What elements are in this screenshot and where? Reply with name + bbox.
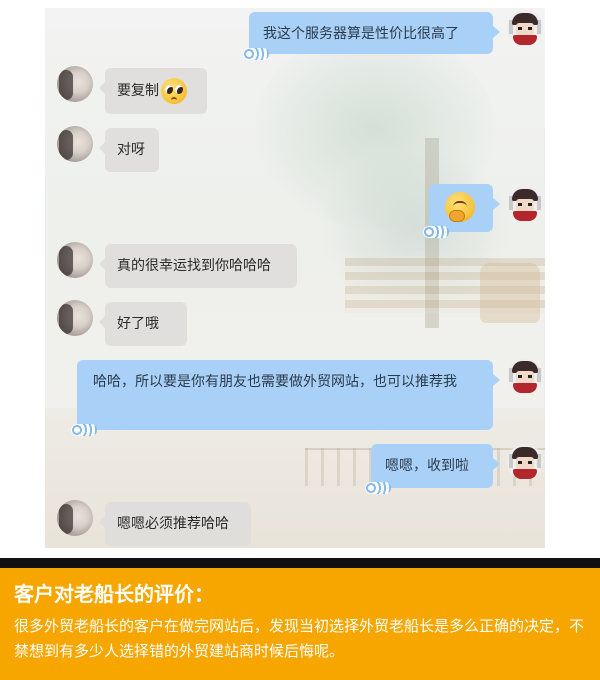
background-bag	[480, 263, 540, 323]
banner-title: 客户对老船长的评价：	[14, 582, 214, 606]
banner-top-bar	[0, 558, 600, 568]
message-bubble-outgoing[interactable]: 嗯嗯，收到啦	[365, 444, 500, 494]
message-bubble-incoming[interactable]: 对呀	[99, 128, 159, 172]
message-text: 要复制	[117, 83, 159, 99]
pleading-face-emoji-icon	[161, 78, 187, 104]
message-text: 哈哈，所以要是你有朋友也需要做外贸网站，也可以推荐我	[93, 374, 457, 390]
message-text: 真的很幸运找到你哈哈哈	[117, 258, 271, 274]
customer-avatar[interactable]	[57, 500, 93, 536]
message-text: 我这个服务器算是性价比很高了	[263, 26, 459, 42]
customer-avatar[interactable]	[57, 126, 93, 162]
banner-body-text: 很多外贸老船长的客户在做完网站后，发现当初选择外贸老船长是多么正确的决定，不禁想…	[14, 617, 585, 660]
customer-avatar[interactable]	[57, 66, 93, 102]
thinking-face-emoji-icon	[445, 192, 475, 222]
customer-avatar[interactable]	[57, 242, 93, 278]
captain-avatar[interactable]	[507, 444, 543, 480]
message-bubble-incoming[interactable]: 嗯嗯必须推荐哈哈	[99, 502, 251, 546]
message-bubble-outgoing[interactable]	[423, 184, 500, 238]
message-bubble-outgoing[interactable]: 哈哈，所以要是你有朋友也需要做外贸网站，也可以推荐我	[71, 360, 500, 436]
message-bubble-incoming[interactable]: 真的很幸运找到你哈哈哈	[99, 244, 297, 288]
customer-avatar[interactable]	[57, 300, 93, 336]
captain-avatar[interactable]	[507, 10, 543, 46]
message-text: 嗯嗯，收到啦	[385, 458, 469, 474]
message-bubble-incoming[interactable]: 要复制	[99, 68, 207, 114]
message-text: 嗯嗯必须推荐哈哈	[117, 516, 229, 532]
message-bubble-incoming[interactable]: 好了哦	[99, 302, 187, 346]
message-text: 对呀	[117, 142, 145, 158]
message-text: 好了哦	[117, 316, 159, 332]
captain-avatar[interactable]	[507, 358, 543, 394]
screenshot-page: 我这个服务器算是性价比很高了 要复制 对呀 真的很幸运找到你哈哈哈 好了哦 哈哈…	[0, 0, 600, 680]
message-bubble-outgoing[interactable]: 我这个服务器算是性价比很高了	[243, 12, 500, 60]
captain-avatar[interactable]	[507, 186, 543, 222]
chat-window: 我这个服务器算是性价比很高了 要复制 对呀 真的很幸运找到你哈哈哈 好了哦 哈哈…	[45, 8, 545, 548]
